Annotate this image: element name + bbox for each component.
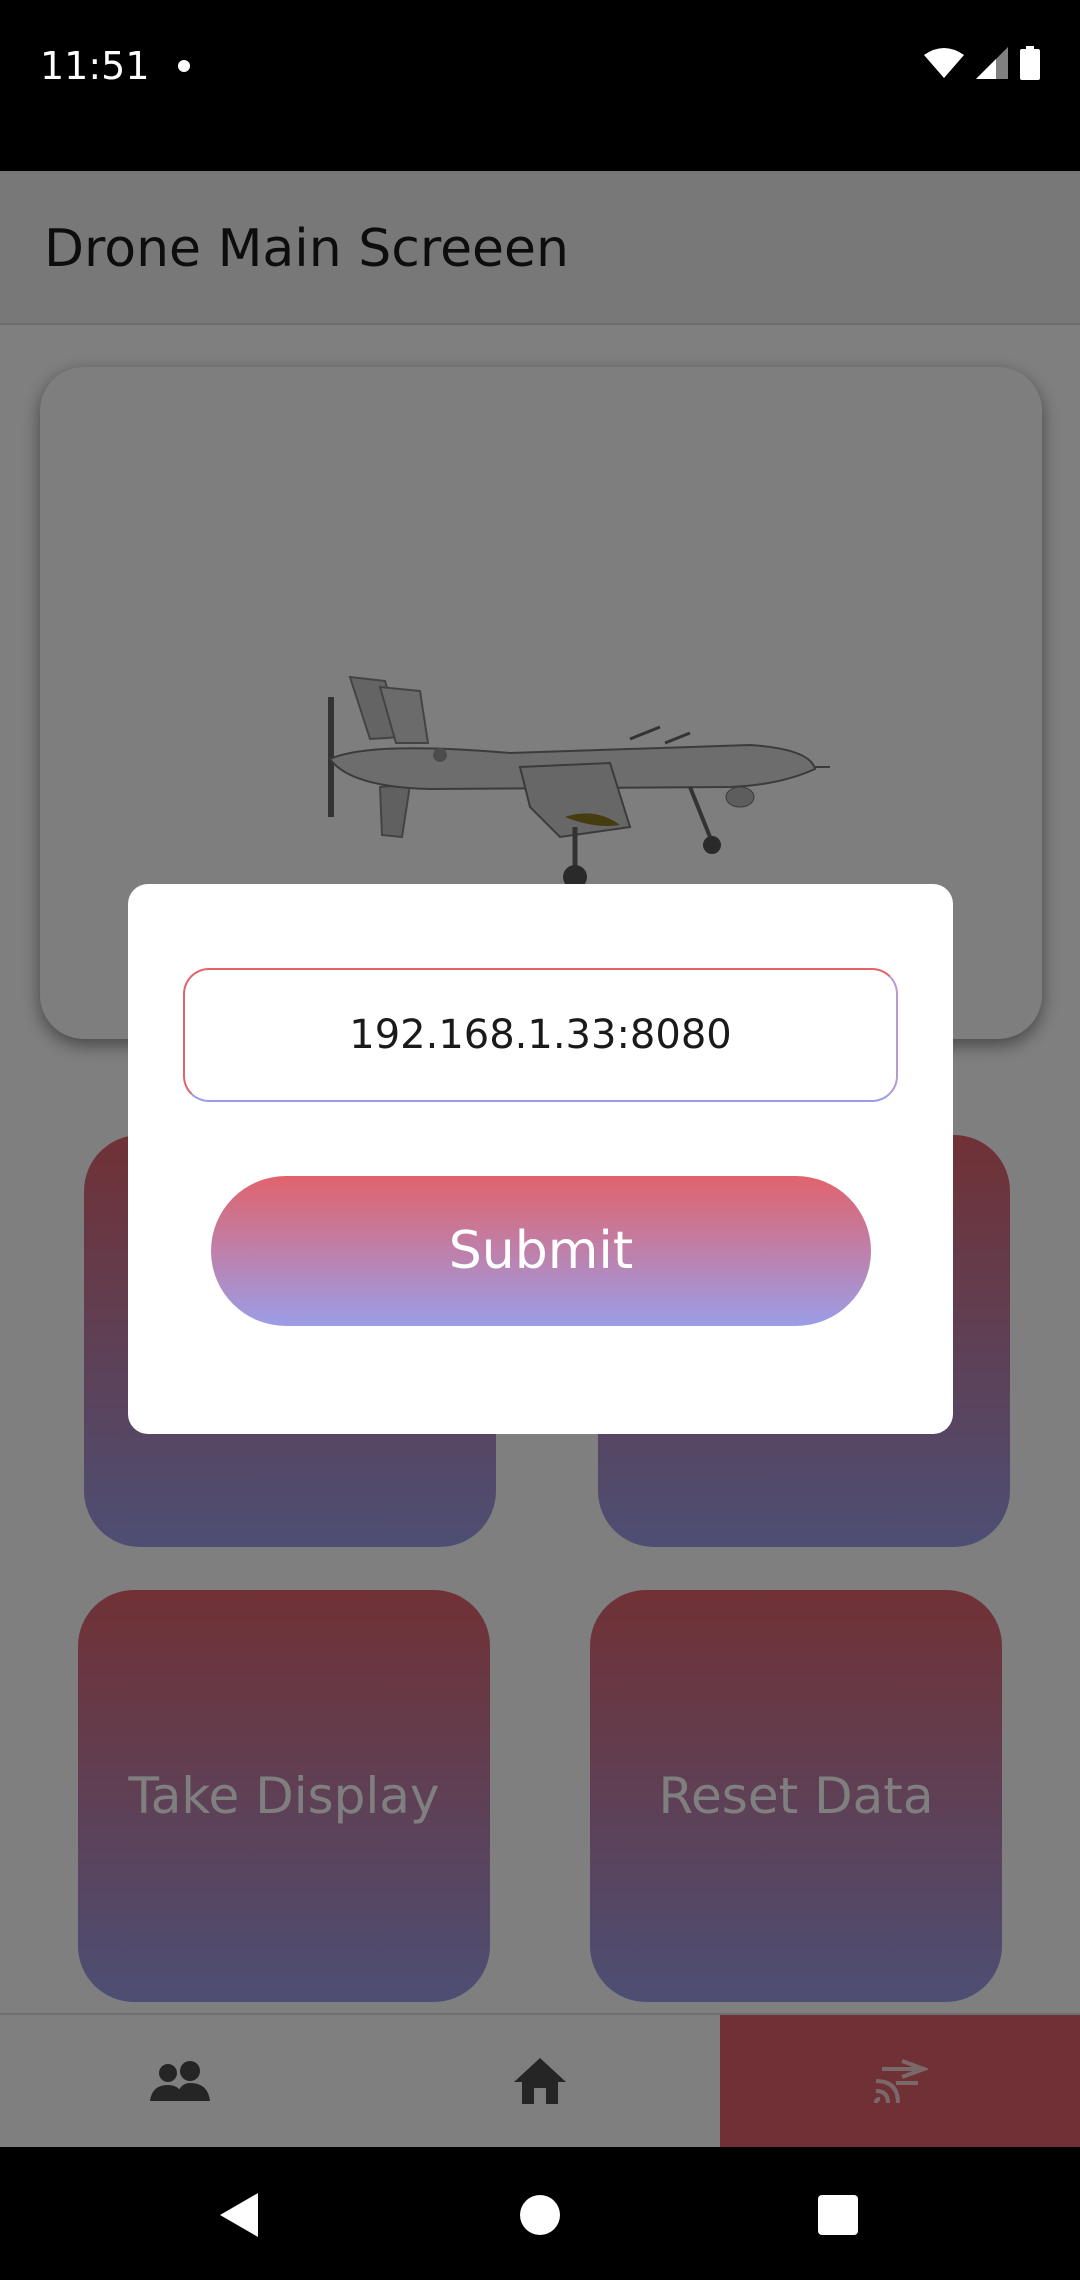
- back-icon[interactable]: [218, 2191, 262, 2239]
- recent-apps-icon[interactable]: [818, 2195, 858, 2235]
- wifi-icon: [924, 48, 964, 78]
- system-navigation-bar: [0, 2147, 1080, 2280]
- home-circle-icon[interactable]: [520, 2195, 560, 2235]
- status-icons: [924, 46, 1040, 80]
- submit-button[interactable]: Submit: [211, 1176, 871, 1326]
- signal-icon: [976, 47, 1008, 79]
- status-time: 11:51: [40, 44, 150, 88]
- ip-address-input[interactable]: [183, 968, 898, 1102]
- battery-icon: [1020, 46, 1040, 80]
- ip-address-dialog: Submit: [128, 884, 953, 1434]
- status-bar: 11:51: [0, 0, 1080, 171]
- notification-dot-icon: [178, 60, 190, 72]
